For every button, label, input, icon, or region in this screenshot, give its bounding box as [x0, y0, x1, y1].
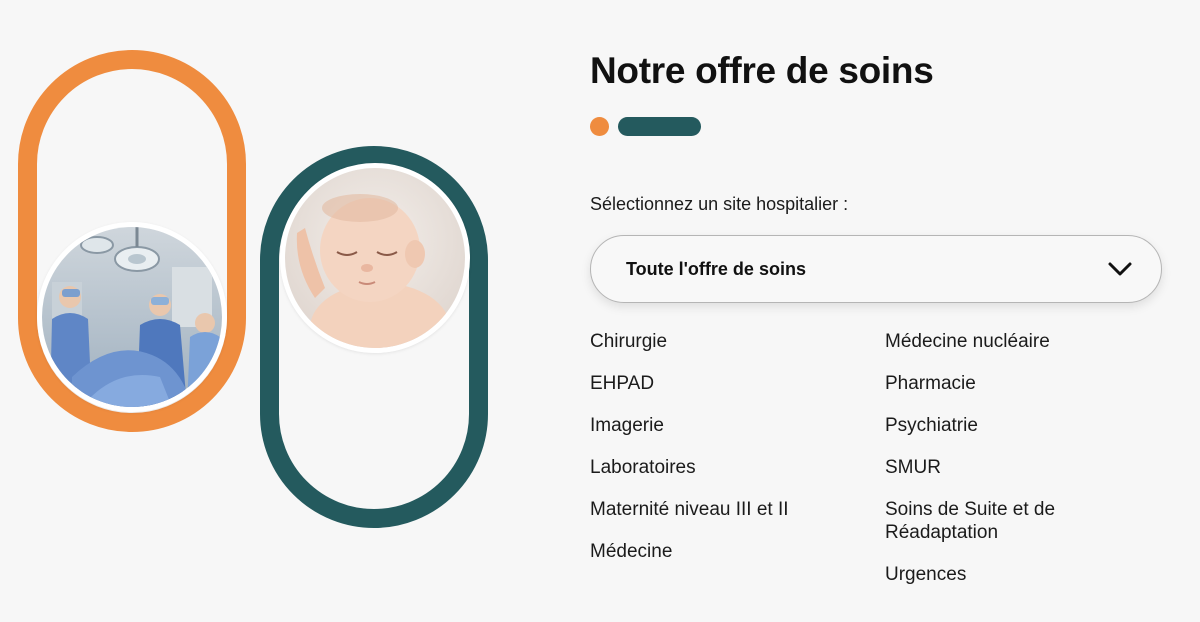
- care-item-pharmacie[interactable]: Pharmacie: [885, 372, 1155, 395]
- care-item-imagerie[interactable]: Imagerie: [590, 414, 860, 437]
- site-select-label: Sélectionnez un site hospitalier :: [590, 194, 849, 214]
- hospital-site-select[interactable]: Toute l'offre de soins: [590, 235, 1162, 303]
- care-item-laboratoires[interactable]: Laboratoires: [590, 456, 860, 479]
- care-item-chirurgie[interactable]: Chirurgie: [590, 330, 860, 353]
- newborn-photo: [280, 163, 470, 353]
- decorative-illustration: [0, 0, 520, 622]
- care-item-medecine[interactable]: Médecine: [590, 540, 860, 563]
- care-item-maternite[interactable]: Maternité niveau III et II: [590, 498, 860, 521]
- teal-bar-decoration: [618, 117, 701, 136]
- title-decoration: [590, 117, 710, 136]
- care-item-urgences[interactable]: Urgences: [885, 563, 1155, 586]
- surgery-photo: [37, 222, 227, 412]
- page-title: Notre offre de soins: [590, 50, 934, 91]
- care-list-column-2: Médecine nucléaire Pharmacie Psychiatrie…: [885, 330, 1155, 605]
- care-item-ehpad[interactable]: EHPAD: [590, 372, 860, 395]
- care-list-column-1: Chirurgie EHPAD Imagerie Laboratoires Ma…: [590, 330, 860, 582]
- chevron-down-icon: [1107, 258, 1133, 280]
- care-item-psychiatrie[interactable]: Psychiatrie: [885, 414, 1155, 437]
- care-item-ssr[interactable]: Soins de Suite et de Réadaptation: [885, 498, 1155, 544]
- care-item-medecine-nucleaire[interactable]: Médecine nucléaire: [885, 330, 1155, 353]
- selected-site-value: Toute l'offre de soins: [626, 259, 806, 279]
- care-item-smur[interactable]: SMUR: [885, 456, 1155, 479]
- orange-dot-decoration: [590, 117, 609, 136]
